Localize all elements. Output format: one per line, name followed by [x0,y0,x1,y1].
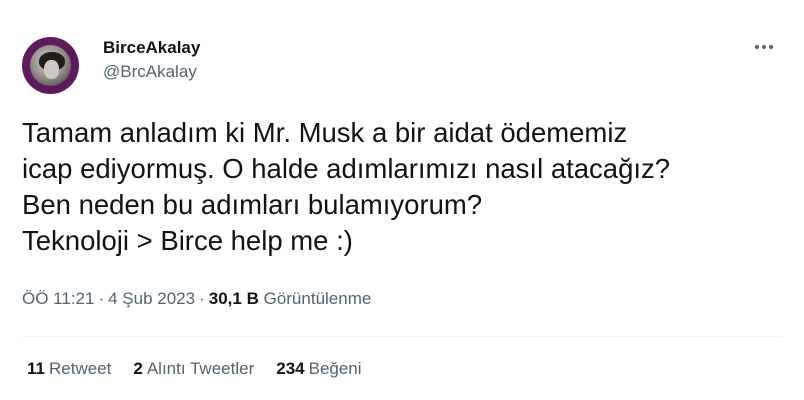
likes-stat[interactable]: 234 Beğeni [276,358,361,380]
quotes-stat[interactable]: 2 Alıntı Tweetler [133,358,254,380]
retweets-label: Retweet [48,359,112,378]
author-display-name[interactable]: BirceAkalay [103,38,200,58]
more-dots-icon [755,45,773,49]
likes-label: Beğeni [308,359,362,378]
meta-separator: · [98,289,105,308]
quotes-count: 2 [133,359,143,378]
retweets-stat[interactable]: 11 Retweet [27,358,111,380]
quotes-label: Alıntı Tweetler [146,359,255,378]
tweet-date[interactable]: 4 Şub 2023 [108,289,195,308]
tweet-card: BirceAkalay @BrcAkalay Tamam anladım ki … [0,0,804,400]
avatar[interactable] [22,37,79,94]
views-label: Görüntülenme [263,289,372,308]
views-count: 30,1 B [208,289,259,308]
tweet-text: Tamam anladım ki Mr. Musk a bir aidat öd… [22,117,671,256]
tweet-stats: 11 Retweet 2 Alıntı Tweetler 234 Beğeni [27,358,362,380]
avatar-face [44,60,59,79]
avatar-photo [30,45,71,86]
tweet-time[interactable]: ÖÖ 11:21 [22,289,94,308]
author-block: BirceAkalay @BrcAkalay [103,38,200,82]
author-handle[interactable]: @BrcAkalay [103,62,200,82]
meta-separator-2: · [199,289,205,308]
likes-count: 234 [276,359,305,378]
more-options-button[interactable] [752,38,776,56]
divider [22,336,782,337]
retweets-count: 11 [27,359,45,378]
tweet-meta: ÖÖ 11:21 · 4 Şub 2023 · 30,1 B Görüntülenme [22,288,371,310]
